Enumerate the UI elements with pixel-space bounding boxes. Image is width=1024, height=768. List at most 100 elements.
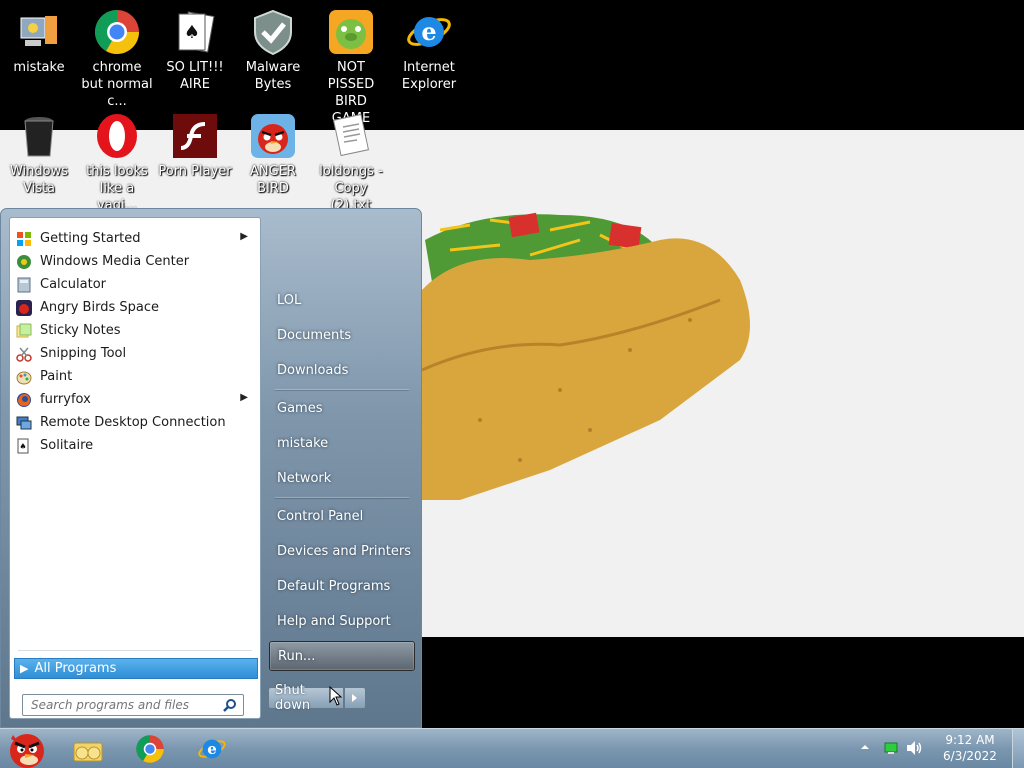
- program-furryfox[interactable]: furryfox ▶: [12, 388, 258, 411]
- desktop-icon-label: chrome but normal c...: [81, 60, 153, 109]
- programs-divider: [18, 650, 252, 651]
- opera-icon: [97, 114, 137, 158]
- place-lol[interactable]: LOL: [269, 285, 415, 315]
- taskbar-chrome-button[interactable]: [124, 731, 176, 767]
- program-label: Snipping Tool: [40, 346, 127, 361]
- speaker-icon: [907, 741, 922, 755]
- desktop-icon-flash-player[interactable]: Porn Player: [156, 106, 234, 206]
- program-label: Getting Started: [40, 231, 141, 246]
- desktop-icon-solitaire[interactable]: ♠ SO LIT!!! AIRE: [156, 2, 234, 102]
- program-calculator[interactable]: Calculator: [12, 273, 258, 296]
- program-remote-desktop[interactable]: Remote Desktop Connection: [12, 411, 258, 434]
- svg-text:e: e: [421, 17, 436, 46]
- angry-bird-icon: [251, 114, 295, 158]
- program-snipping-tool[interactable]: Snipping Tool: [12, 342, 258, 365]
- start-menu-programs-pane: Getting Started ▶ Windows Media Center C…: [9, 217, 261, 719]
- angry-bird-start-orb-icon: [10, 734, 44, 768]
- place-label: Run...: [278, 648, 316, 664]
- chevron-right-icon: [352, 694, 357, 702]
- place-mistake[interactable]: mistake: [269, 428, 415, 458]
- places-divider: [275, 389, 409, 391]
- solitaire-icon: ♠: [17, 438, 29, 453]
- expand-arrow-icon: ▶: [20, 662, 29, 675]
- start-menu: Getting Started ▶ Windows Media Center C…: [0, 208, 422, 728]
- program-getting-started[interactable]: Getting Started ▶: [12, 227, 258, 250]
- svg-text:e: e: [207, 740, 217, 758]
- network-tray-button[interactable]: [883, 741, 899, 758]
- paint-icon: [16, 371, 32, 384]
- place-label: mistake: [277, 435, 329, 451]
- clock-date: 6/3/2022: [943, 749, 997, 763]
- mouse-cursor-icon: [329, 686, 343, 706]
- desktop-icon-label: Malware Bytes: [245, 60, 301, 92]
- internet-explorer-icon: e: [198, 739, 226, 759]
- network-icon: [884, 742, 898, 754]
- green-pig-icon: [329, 10, 373, 54]
- place-label: Control Panel: [277, 508, 364, 524]
- program-label: Windows Media Center: [40, 254, 190, 269]
- desktop-icon-recycle-bin[interactable]: Windows Vista: [0, 106, 78, 206]
- desktop-icon-pig-game[interactable]: NOT PISSED BIRD GAME: [312, 2, 390, 126]
- show-desktop-button[interactable]: [1012, 729, 1024, 768]
- computer-user-icon: [20, 16, 57, 46]
- desktop-icon-label: Windows Vista: [9, 164, 69, 196]
- desktop-icon-label: this looks like a vagi...: [86, 164, 148, 213]
- desktop-icon-chrome[interactable]: chrome but normal c...: [78, 2, 156, 109]
- show-hidden-icons-button[interactable]: [860, 741, 870, 755]
- svg-text:♠: ♠: [184, 22, 200, 43]
- chrome-icon: [95, 10, 139, 54]
- program-sticky-notes[interactable]: Sticky Notes: [12, 319, 258, 342]
- desktop-icon-internet-explorer[interactable]: e Internet Explorer: [390, 2, 468, 102]
- desktop-icon-mistake[interactable]: mistake: [0, 2, 78, 102]
- place-network[interactable]: Network: [269, 463, 415, 493]
- program-paint[interactable]: Paint: [12, 365, 258, 388]
- program-angry-birds-space[interactable]: Angry Birds Space: [12, 296, 258, 319]
- desktop-icon-opera[interactable]: this looks like a vagi...: [78, 106, 156, 213]
- libraries-folder-icon: [73, 742, 103, 762]
- desktop-icon-label: mistake: [13, 60, 65, 75]
- taskbar: e 9:12 AM 6/3/2022: [0, 728, 1024, 768]
- place-label: LOL: [277, 292, 302, 308]
- program-windows-media-center[interactable]: Windows Media Center: [12, 250, 258, 273]
- start-button[interactable]: [0, 731, 52, 768]
- place-control-panel[interactable]: Control Panel: [269, 501, 415, 531]
- desktop-icon-malwarebytes[interactable]: Malware Bytes: [234, 2, 312, 102]
- places-divider: [275, 497, 409, 499]
- search-box[interactable]: [22, 694, 244, 716]
- shutdown-options-button[interactable]: [344, 687, 366, 709]
- snipping-tool-icon: [16, 347, 32, 362]
- program-label: Paint: [40, 369, 73, 384]
- desktop-icon-anger-bird[interactable]: ANGER BIRD: [234, 106, 312, 206]
- desktop-icon-text-file[interactable]: loldongs - Copy (2).txt: [312, 106, 390, 213]
- place-documents[interactable]: Documents: [269, 320, 415, 350]
- place-label: Games: [277, 400, 323, 416]
- place-default-programs[interactable]: Default Programs: [269, 571, 415, 601]
- place-label: Help and Support: [277, 613, 391, 629]
- program-solitaire[interactable]: ♠ Solitaire: [12, 434, 258, 457]
- place-devices-and-printers[interactable]: Devices and Printers: [269, 536, 415, 566]
- all-programs-button[interactable]: ▶ All Programs: [14, 658, 258, 679]
- shield-check-icon: [254, 9, 292, 56]
- search-input[interactable]: [31, 698, 227, 712]
- desktop-icon-label: SO LIT!!! AIRE: [166, 60, 224, 92]
- taskbar-libraries-button[interactable]: [62, 731, 114, 767]
- place-label: Default Programs: [277, 578, 391, 594]
- submenu-arrow-icon: ▶: [240, 392, 248, 403]
- clock[interactable]: 9:12 AM 6/3/2022: [935, 732, 1005, 764]
- taskbar-internet-explorer-button[interactable]: e: [186, 731, 238, 767]
- place-help-and-support[interactable]: Help and Support: [269, 606, 415, 636]
- chrome-icon: [136, 735, 164, 763]
- desktop-icon-label: loldongs - Copy (2).txt: [319, 164, 383, 213]
- run-button[interactable]: Run...: [269, 641, 415, 671]
- place-label: Network: [277, 470, 332, 486]
- chevron-up-icon: [861, 745, 869, 749]
- remote-desktop-icon: [16, 416, 32, 429]
- search-icon[interactable]: [223, 698, 237, 712]
- place-downloads[interactable]: Downloads: [269, 355, 415, 385]
- place-label: Downloads: [277, 362, 349, 378]
- submenu-arrow-icon: ▶: [240, 231, 248, 242]
- volume-tray-button[interactable]: [905, 740, 923, 759]
- place-games[interactable]: Games: [269, 393, 415, 423]
- program-label: furryfox: [40, 392, 91, 407]
- calculator-icon: [17, 277, 31, 292]
